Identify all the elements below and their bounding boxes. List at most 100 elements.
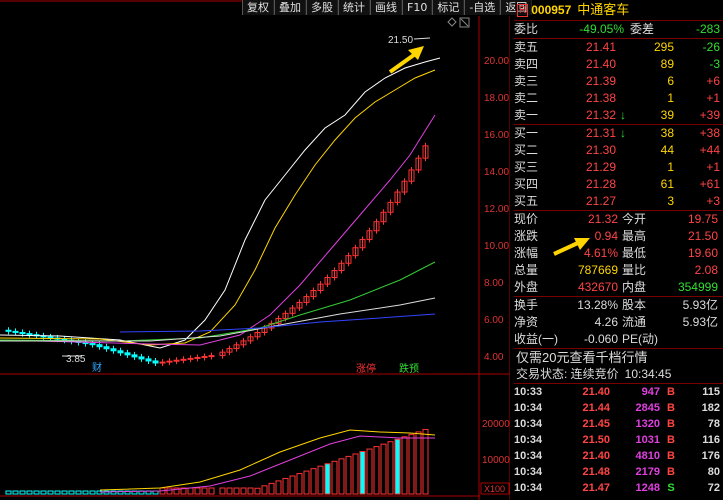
buys-row: 买二 21.30 44 +44 xyxy=(514,142,723,159)
kline-chart[interactable]: 20.00 18.00 16.00 14.00 12.00 10.00 8.00… xyxy=(0,0,510,500)
sells-volume: 6 xyxy=(667,74,674,88)
buys-row: 买一 21.31 ↓ 38 +38 xyxy=(514,125,723,142)
tick-list[interactable]: 10:33 21.40 947 B 115 10:34 21.44 2845 B 182 10:34… xyxy=(514,383,723,496)
buys-row: 买五 21.27 3 +3 xyxy=(514,193,723,210)
buy-book: 买一 21.31 ↓ 38 +38 买二 21.30 44 +44 买三 21.29 1 +1 买四 21.… xyxy=(514,124,723,210)
stats1-value: 787669 xyxy=(577,263,618,277)
sells-label: 卖三 xyxy=(514,74,539,88)
yellow-arrow-panel xyxy=(553,238,590,256)
stats1-label: 今开 xyxy=(622,212,647,226)
volume-bar xyxy=(275,480,282,495)
buys-volume: 38 xyxy=(660,126,674,140)
stats1-value: 2.08 xyxy=(694,263,718,277)
buys-price: 21.30 xyxy=(585,143,616,157)
zhangting-marker: 涨停 xyxy=(356,362,376,375)
statistics-button[interactable]: 统计 xyxy=(338,0,370,15)
svg-text:16.00: 16.00 xyxy=(484,130,509,141)
sells-arrow-icon xyxy=(616,73,630,90)
mark-button[interactable]: 标记 xyxy=(432,0,465,15)
tick-side: B xyxy=(667,434,675,446)
multi-stock-button[interactable]: 多股 xyxy=(306,0,338,15)
volume-bar xyxy=(68,490,75,495)
volume-bar xyxy=(310,468,317,495)
tick-time: 10:34 xyxy=(514,482,543,494)
tick-side: B xyxy=(667,418,675,430)
volume-bar xyxy=(387,441,394,495)
volume-bar xyxy=(247,487,254,495)
close-chart-icon[interactable] xyxy=(459,17,470,28)
stats1-value: 354999 xyxy=(677,280,718,294)
notice-row[interactable]: 仅需20元查看千档行情 xyxy=(514,348,723,366)
sells-change: +6 xyxy=(706,74,720,88)
tick-count: 72 xyxy=(707,482,720,494)
tick-price: 21.45 xyxy=(582,418,610,430)
volume-bar xyxy=(5,490,12,495)
svg-text:6.00: 6.00 xyxy=(484,315,504,326)
remove-favorite-button[interactable]: -自选 xyxy=(464,0,501,15)
volume-bar xyxy=(166,487,173,495)
tick-count: 115 xyxy=(702,386,720,398)
fuquan-button[interactable]: 复权 xyxy=(242,0,274,15)
buys-arrow-icon xyxy=(616,193,630,210)
volume-bar xyxy=(201,487,208,495)
tick-side: B xyxy=(667,402,675,414)
volume-bar xyxy=(268,482,275,495)
f10-button[interactable]: F10 xyxy=(402,0,433,15)
buys-row: 买三 21.29 1 +1 xyxy=(514,159,723,176)
stats2-label: 股本 xyxy=(622,298,647,312)
volume-bar xyxy=(401,436,408,495)
stats1-label: 外盘 xyxy=(514,280,539,294)
stats1-label: 量比 xyxy=(622,263,647,277)
sells-volume: 1 xyxy=(667,91,674,105)
sells-arrow-icon: ↓ xyxy=(620,108,626,122)
tick-side: S xyxy=(667,482,675,494)
volume-bar xyxy=(89,490,96,495)
ma5-line xyxy=(0,57,441,349)
sells-row: 卖三 21.39 6 +6 xyxy=(514,73,723,90)
stats1-value: 19.60 xyxy=(687,246,718,260)
volume-bar xyxy=(226,487,233,495)
tick-row: 10:34 21.48 2179 B 80 xyxy=(514,464,723,480)
tick-price: 21.44 xyxy=(582,402,610,414)
sells-arrow-icon xyxy=(616,56,630,73)
sells-row: 卖五 21.41 295 -26 xyxy=(514,39,723,56)
buys-volume: 44 xyxy=(660,143,674,157)
sells-label: 卖二 xyxy=(514,91,539,105)
tick-price: 21.48 xyxy=(582,466,610,478)
buys-price: 21.27 xyxy=(585,194,616,208)
fundamental-stats: 换手 13.28% 股本 5.93亿 净资 4.26 流通 5.93亿 收益(一) -0.060 P… xyxy=(514,296,723,348)
tick-side: B xyxy=(667,450,675,462)
buys-volume: 3 xyxy=(667,194,674,208)
svg-text:4.00: 4.00 xyxy=(484,352,504,363)
tick-row: 10:33 21.40 947 B 115 xyxy=(514,384,723,400)
tick-price: 21.40 xyxy=(582,450,610,462)
draw-line-button[interactable]: 画线 xyxy=(370,0,402,15)
svg-text:20000: 20000 xyxy=(482,419,510,430)
sells-volume: 89 xyxy=(660,57,674,71)
stats2-label: 流通 xyxy=(622,315,647,329)
tick-price: 21.40 xyxy=(582,386,610,398)
candlesticks xyxy=(5,142,429,366)
volume-bar xyxy=(240,487,247,495)
chart-settings-icon[interactable] xyxy=(447,17,457,27)
sells-price: 21.41 xyxy=(585,40,616,54)
stats2-value: 5.93亿 xyxy=(682,315,718,329)
quote-panel: R 000957 中通客车 委比 -49.05% 委差 -283 卖五 21.41… xyxy=(514,0,723,500)
ma120-line xyxy=(0,297,436,342)
stats1-label: 现价 xyxy=(514,212,539,226)
stats1-label: 最低 xyxy=(622,246,647,260)
volume-bar xyxy=(338,458,345,495)
sells-label: 卖五 xyxy=(514,40,539,54)
buys-change: +44 xyxy=(699,143,720,157)
volume-bar xyxy=(233,487,240,495)
buys-change: +1 xyxy=(706,160,720,174)
volume-bar xyxy=(415,431,422,495)
sell-book: 卖五 21.41 295 -26 卖四 21.40 89 -3 卖三 21.39 6 +6 卖二 21.3… xyxy=(514,38,723,124)
sells-change: -26 xyxy=(702,40,720,54)
volume-bar xyxy=(408,433,415,495)
volume-bar xyxy=(208,487,215,495)
stats2-value xyxy=(662,331,718,348)
stats1-row: 外盘 432670 内盘 354999 xyxy=(514,279,723,296)
tick-count: 80 xyxy=(707,466,720,478)
overlay-button[interactable]: 叠加 xyxy=(274,0,306,15)
